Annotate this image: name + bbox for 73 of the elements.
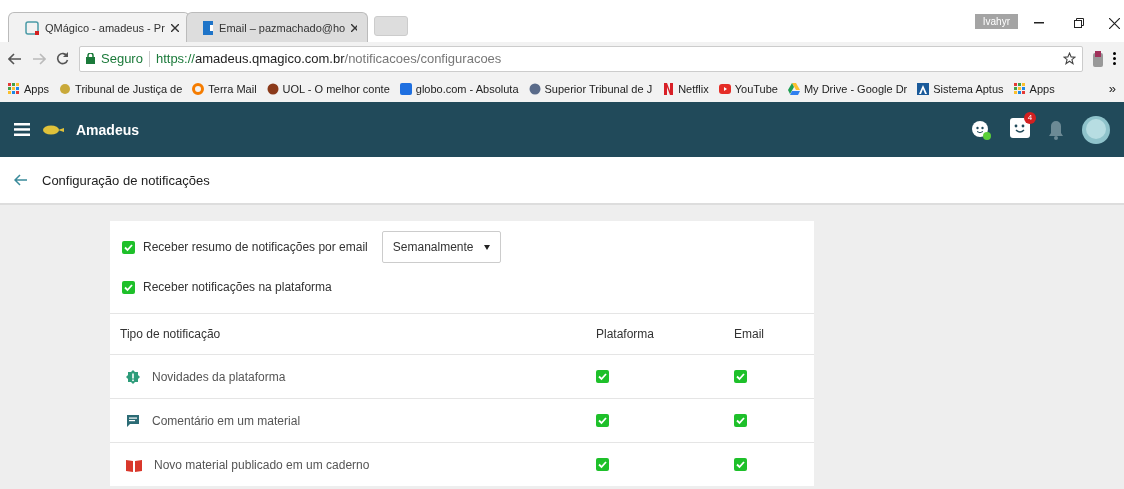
lock-icon (86, 53, 95, 64)
bookmarks-overflow[interactable]: » (1108, 81, 1116, 96)
tab-title: Email – pazmachado@ho (219, 21, 346, 34)
tab-title: QMágico - amadeus - Pr (45, 21, 165, 34)
comment-icon (126, 413, 140, 428)
checkbox[interactable] (596, 458, 609, 471)
bookmark-item[interactable]: My Drive - Google Dr (787, 82, 908, 95)
bookmark-item[interactable]: Terra Mail (192, 82, 257, 95)
caret-icon (483, 244, 490, 250)
bookmark-icon (528, 82, 541, 95)
menu-icon[interactable] (14, 123, 30, 136)
notification-badge: 4 (1024, 111, 1036, 124)
bookmark-icon (917, 82, 930, 95)
bookmark-item[interactable]: UOL - O melhor conte (266, 82, 390, 95)
alert-badge-icon (126, 369, 140, 384)
logo-icon (42, 124, 64, 135)
checkbox[interactable] (596, 370, 609, 383)
bell-icon[interactable] (1048, 119, 1064, 140)
setting-label: Receber notificações na plataforma (143, 280, 332, 294)
reload-icon[interactable] (56, 52, 69, 65)
bookmark-icon (718, 82, 731, 95)
bookmark-icon (8, 82, 20, 95)
restore-icon[interactable] (1074, 18, 1084, 28)
notification-type: Novo material publicado em um caderno (154, 457, 370, 472)
security-label: Seguro (101, 51, 143, 66)
menu-icon[interactable] (1113, 52, 1116, 65)
checkbox[interactable] (734, 414, 747, 427)
minimize-icon[interactable] (1034, 22, 1044, 24)
setting-label: Receber resumo de notificações por email (143, 240, 368, 254)
bookmark-item[interactable]: YouTube (718, 82, 778, 95)
bookmark-icon (662, 82, 675, 95)
bookmark-item[interactable]: Netflix (662, 82, 709, 95)
browser-tab[interactable]: Email – pazmachado@ho (186, 12, 368, 42)
bookmark-icon (192, 82, 205, 95)
bookmark-icon (399, 82, 412, 95)
column-header: Email (734, 327, 765, 341)
checkbox[interactable] (596, 414, 609, 427)
bookmark-item[interactable]: Apps (1013, 82, 1055, 95)
close-icon[interactable] (171, 23, 179, 32)
bookmark-item[interactable]: Tribunal de Justiça de (59, 82, 183, 95)
bookmark-item[interactable]: Superior Tribunal de J (528, 82, 653, 95)
bookmark-item[interactable]: globo.com - Absoluta (399, 82, 519, 95)
frequency-select[interactable]: Semanalmente (381, 231, 501, 263)
checkbox[interactable] (122, 240, 135, 254)
checkbox[interactable] (122, 280, 135, 294)
bookmark-icon (787, 82, 800, 95)
address-bar[interactable]: Seguro https://amadeus.qmagico.com.br/notificacoes/configuracoes (79, 45, 1083, 72)
mascot-icon[interactable] (1010, 117, 1030, 138)
close-icon[interactable] (1109, 18, 1120, 29)
app-title: Amadeus (76, 121, 140, 138)
checkbox[interactable] (734, 370, 747, 383)
close-icon[interactable] (351, 23, 357, 32)
column-header: Plataforma (596, 327, 656, 341)
column-header: Tipo de notificação (120, 327, 222, 341)
url-text: https://amadeus.qmagico.com.br/notificacoes/configuracoes (155, 51, 503, 66)
bookmark-item[interactable]: Apps (8, 82, 50, 95)
mail-app-icon (203, 20, 214, 35)
extension-icon[interactable] (1093, 50, 1103, 67)
support-icon[interactable] (970, 118, 992, 141)
bookmark-item[interactable]: Sistema Aptus (917, 82, 1004, 95)
page-title: Configuração de notificações (42, 172, 210, 188)
star-icon[interactable] (1063, 52, 1076, 65)
bookmark-icon (59, 82, 72, 95)
notification-type: Novidades da plataforma (152, 369, 286, 384)
avatar-icon[interactable] (1082, 115, 1110, 144)
book-icon (126, 457, 142, 472)
page-icon (25, 20, 39, 35)
back-icon[interactable] (8, 52, 22, 65)
notification-type: Comentário em um material (152, 413, 301, 428)
back-icon[interactable] (14, 174, 28, 186)
bookmark-icon (266, 82, 279, 95)
bookmark-icon (1013, 82, 1026, 95)
checkbox[interactable] (734, 458, 747, 471)
